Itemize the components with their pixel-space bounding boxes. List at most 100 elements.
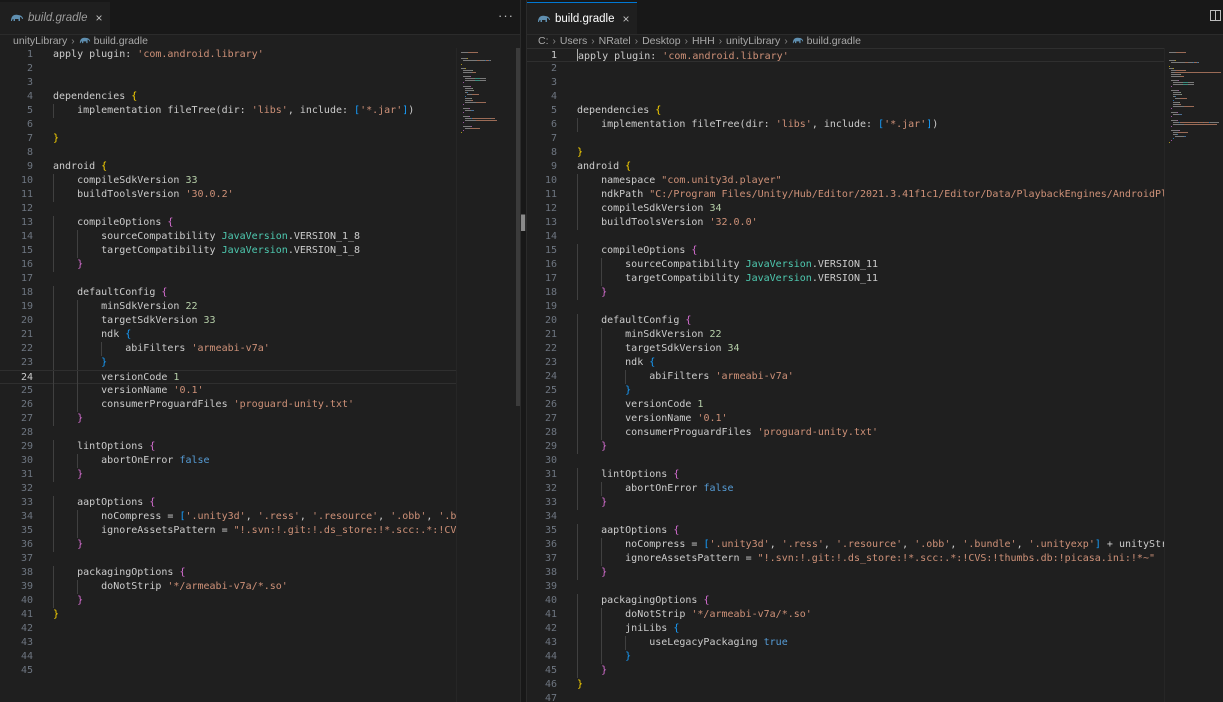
code-line[interactable]: 20 defaultConfig { xyxy=(527,314,1164,328)
code-line[interactable]: 45 } xyxy=(527,664,1164,678)
code-line[interactable]: 23 ndk { xyxy=(527,356,1164,370)
code-editor[interactable]: 1 apply plugin: 'com.android.library' 2 3 4 d… xyxy=(0,48,520,702)
code-line[interactable]: 28 consumerProguardFiles 'proguard-unity… xyxy=(527,426,1164,440)
code-line[interactable]: 20 targetSdkVersion 33 xyxy=(0,314,456,328)
code-line[interactable]: 25 } xyxy=(527,384,1164,398)
code-line[interactable]: 13 compileOptions { xyxy=(0,216,456,230)
code-line[interactable]: 38 packagingOptions { xyxy=(0,566,456,580)
code-line[interactable]: 34 xyxy=(527,510,1164,524)
code-line[interactable]: 2 xyxy=(527,62,1164,76)
code-line[interactable]: 36 } xyxy=(0,538,456,552)
code-line[interactable]: 16 sourceCompatibility JavaVersion.VERSI… xyxy=(527,258,1164,272)
code-line[interactable]: 1 apply plugin: 'com.android.library' xyxy=(527,48,1164,62)
code-line[interactable]: 21 minSdkVersion 22 xyxy=(527,328,1164,342)
split-editor-icon[interactable] xyxy=(1210,10,1221,21)
code-line[interactable]: 41 doNotStrip '*/armeabi-v7a/*.so' xyxy=(527,608,1164,622)
code-line[interactable]: 35 ignoreAssetsPattern = "!.svn:!.git:!.… xyxy=(0,524,487,538)
code-line[interactable]: 22 abiFilters 'armeabi-v7a' xyxy=(0,342,456,356)
split-divider[interactable]: I xyxy=(519,0,527,702)
code-line[interactable]: 24 versionCode 1 xyxy=(0,370,456,385)
breadcrumb-item[interactable]: unityLibrary xyxy=(726,35,780,47)
code-line[interactable]: 33 } xyxy=(527,496,1164,510)
code-line[interactable]: 28 xyxy=(0,426,456,440)
code-line[interactable]: 5 dependencies { xyxy=(527,104,1164,118)
code-line[interactable]: 14 xyxy=(527,230,1164,244)
code-line[interactable]: 43 xyxy=(0,636,456,650)
code-line[interactable]: 24 abiFilters 'armeabi-v7a' xyxy=(527,370,1164,384)
code-line[interactable]: 11 buildToolsVersion '30.0.2' xyxy=(0,188,456,202)
code-line[interactable]: 27 versionName '0.1' xyxy=(527,412,1164,426)
code-line[interactable]: 18 defaultConfig { xyxy=(0,286,456,300)
code-line[interactable]: 13 buildToolsVersion '32.0.0' xyxy=(527,216,1164,230)
code-line[interactable]: 21 ndk { xyxy=(0,328,456,342)
code-line[interactable]: 12 xyxy=(0,202,456,216)
code-line[interactable]: 43 useLegacyPackaging true xyxy=(527,636,1164,650)
code-line[interactable]: 31 lintOptions { xyxy=(527,468,1164,482)
breadcrumb-item[interactable]: Desktop xyxy=(642,35,681,47)
code-line[interactable]: 44 } xyxy=(527,650,1164,664)
code-line[interactable]: 46} xyxy=(527,678,1164,692)
code-line[interactable]: 47 xyxy=(527,692,1164,702)
more-actions-button[interactable]: ··· xyxy=(498,8,514,23)
code-line[interactable]: 22 targetSdkVersion 34 xyxy=(527,342,1164,356)
code-line[interactable]: 36 noCompress = ['.unity3d', '.ress', '.… xyxy=(527,538,1209,552)
code-line[interactable]: 34 noCompress = ['.unity3d', '.ress', '.… xyxy=(0,510,487,524)
code-line[interactable]: 42 xyxy=(0,622,456,636)
code-editor[interactable]: 1 apply plugin: 'com.android.library' 2 3 4 5… xyxy=(527,48,1223,702)
code-line[interactable]: 16 } xyxy=(0,258,456,272)
breadcrumb-item[interactable]: Users xyxy=(560,35,587,47)
breadcrumb-item[interactable]: NRatel xyxy=(599,35,631,47)
breadcrumb-item-folder[interactable]: unityLibrary xyxy=(13,35,67,47)
code-line[interactable]: 14 sourceCompatibility JavaVersion.VERSI… xyxy=(0,230,456,244)
code-line[interactable]: 23 } xyxy=(0,356,456,370)
code-line[interactable]: 38 } xyxy=(527,566,1164,580)
minimap[interactable] xyxy=(456,48,517,702)
code-line[interactable]: 44 xyxy=(0,650,456,664)
code-line[interactable]: 8} xyxy=(527,146,1164,160)
code-line[interactable]: 19 xyxy=(527,300,1164,314)
breadcrumb-item[interactable]: build.gradle xyxy=(807,35,861,47)
tab-build-gradle-left[interactable]: build.gradle × xyxy=(0,2,111,34)
code-line[interactable]: 1 apply plugin: 'com.android.library' xyxy=(0,48,456,62)
code-line[interactable]: 4 xyxy=(527,90,1164,104)
code-line[interactable]: 6 implementation fileTree(dir: 'libs', i… xyxy=(527,118,1164,132)
code-line[interactable]: 25 versionName '0.1' xyxy=(0,384,456,398)
code-line[interactable]: 10 compileSdkVersion 33 xyxy=(0,174,456,188)
code-line[interactable]: 7 xyxy=(527,132,1164,146)
code-line[interactable]: 12 compileSdkVersion 34 xyxy=(527,202,1164,216)
code-line[interactable]: 37 xyxy=(0,552,456,566)
code-line[interactable]: 40 } xyxy=(0,594,456,608)
code-line[interactable]: 9 android { xyxy=(0,160,456,174)
code-line[interactable]: 39 doNotStrip '*/armeabi-v7a/*.so' xyxy=(0,580,456,594)
code-line[interactable]: 32 abortOnError false xyxy=(527,482,1164,496)
tab-build-gradle-right[interactable]: build.gradle × xyxy=(527,2,638,34)
code-line[interactable]: 19 minSdkVersion 22 xyxy=(0,300,456,314)
code-line[interactable]: 18 } xyxy=(527,286,1164,300)
code-line[interactable]: 4 dependencies { xyxy=(0,90,456,104)
code-line[interactable]: 3 xyxy=(527,76,1164,90)
code-line[interactable]: 45 xyxy=(0,664,456,678)
code-line[interactable]: 11 ndkPath "C:/Program Files/Unity/Hub/E… xyxy=(527,188,1203,202)
code-line[interactable]: 33 aaptOptions { xyxy=(0,496,456,510)
code-line[interactable]: 26 consumerProguardFiles 'proguard-unity… xyxy=(0,398,456,412)
code-line[interactable]: 15 targetCompatibility JavaVersion.VERSI… xyxy=(0,244,456,258)
code-line[interactable]: 40 packagingOptions { xyxy=(527,594,1164,608)
code-line[interactable]: 27 } xyxy=(0,412,456,426)
code-line[interactable]: 5 implementation fileTree(dir: 'libs', i… xyxy=(0,104,456,118)
code-line[interactable]: 32 xyxy=(0,482,456,496)
code-line[interactable]: 39 xyxy=(527,580,1164,594)
code-line[interactable]: 7} xyxy=(0,132,456,146)
code-line[interactable]: 35 aaptOptions { xyxy=(527,524,1164,538)
code-line[interactable]: 6 xyxy=(0,118,456,132)
code-line[interactable]: 17 targetCompatibility JavaVersion.VERSI… xyxy=(527,272,1164,286)
code-line[interactable]: 41} xyxy=(0,608,456,622)
code-line[interactable]: 8 xyxy=(0,146,456,160)
code-line[interactable]: 10 namespace "com.unity3d.player" xyxy=(527,174,1164,188)
breadcrumb-item-file[interactable]: build.gradle xyxy=(94,35,148,47)
code-line[interactable]: 30 abortOnError false xyxy=(0,454,456,468)
breadcrumb-item[interactable]: HHH xyxy=(692,35,715,47)
close-icon[interactable]: × xyxy=(95,11,102,25)
code-line[interactable]: 29 } xyxy=(527,440,1164,454)
code-line[interactable]: 29 lintOptions { xyxy=(0,440,456,454)
code-line[interactable]: 30 xyxy=(527,454,1164,468)
